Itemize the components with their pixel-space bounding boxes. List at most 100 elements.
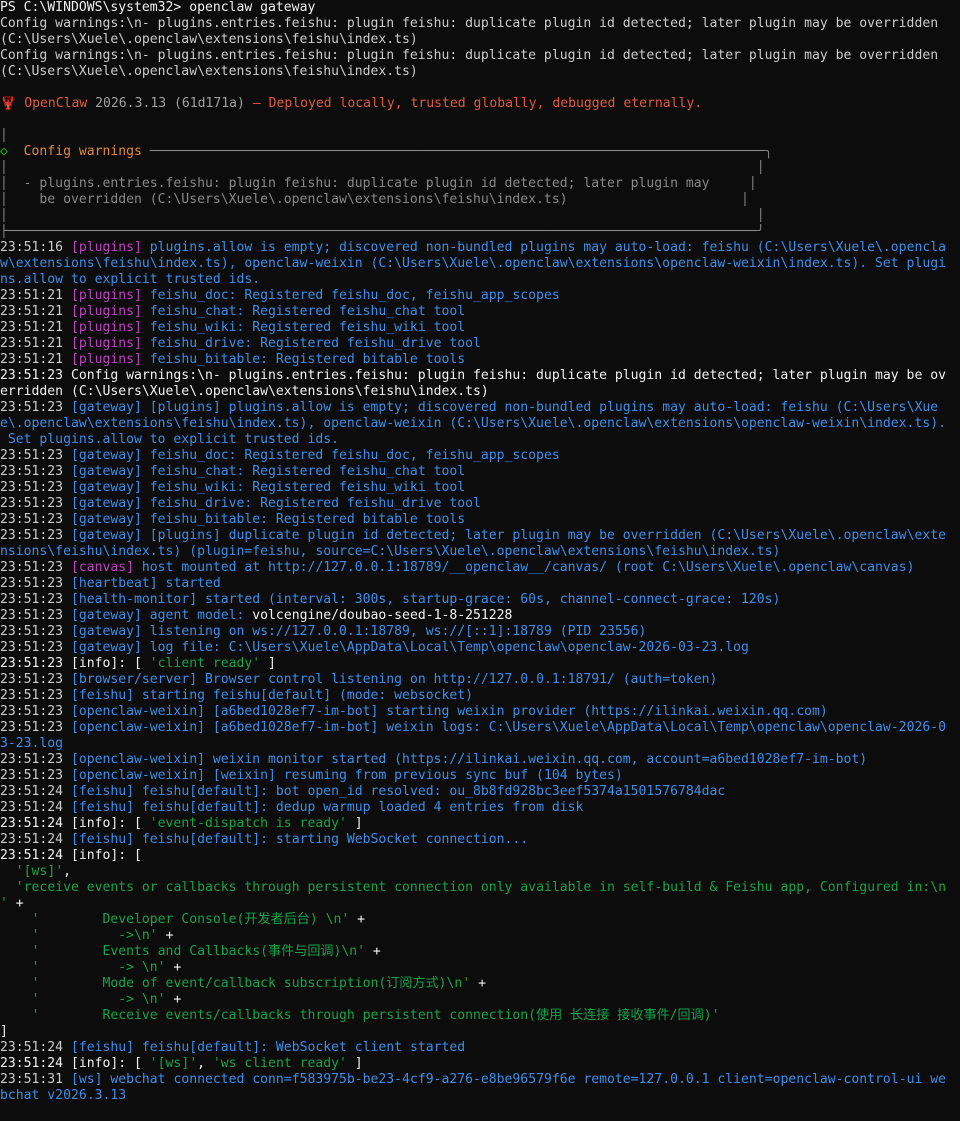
log-segment: 23:51:23 Config warnings:\n- plugins.ent… [0, 368, 946, 383]
log-segment: (C:\Users\Xuele\.openclaw\extensions\fei… [0, 64, 418, 79]
log-segment: — Deployed locally, trusted globally, de… [244, 96, 703, 111]
log-line: 23:51:23 [openclaw-weixin] weixin monito… [0, 752, 960, 768]
log-line: e\.openclaw\extensions\feishu\index.ts),… [0, 416, 960, 432]
log-segment: 23:51:23 [0, 704, 71, 719]
log-line: 23:51:23 [feishu] starting feishu[defaul… [0, 688, 960, 704]
log-segment: 23:51:23 [0, 720, 71, 735]
log-segment: feishu_chat: Registered feishu_chat tool [141, 464, 466, 479]
log-line: 23:51:23 [info]: [ 'client ready' ] [0, 656, 960, 672]
log-segment: 23:51:23 [0, 608, 71, 623]
log-line: Config warnings:\n- plugins.entries.feis… [0, 16, 960, 32]
log-line: 23:51:23 [gateway] feishu_drive: Registe… [0, 496, 960, 512]
log-line: │ - plugins.entries.feishu: plugin feish… [0, 176, 960, 192]
log-line: ' Developer Console(开发者后台) \n' + [0, 912, 960, 928]
log-segment: [gateway] [70, 480, 142, 495]
log-segment: 23:51:24 [info]: [ [0, 816, 150, 831]
log-segment [0, 960, 32, 975]
log-segment: feishu_wiki: Registered feishu_wiki tool [141, 480, 466, 495]
log-segment: 'event-dispatch is ready' [149, 816, 347, 831]
log-segment: host mounted at http://127.0.0.1:18789/_… [134, 560, 915, 575]
log-segment: [browser/server] [70, 672, 198, 687]
log-segment: + [349, 912, 366, 927]
log-segment [0, 864, 16, 879]
log-segment: ' -> \n' [31, 960, 166, 975]
log-segment: [openclaw-weixin] [70, 704, 205, 719]
log-line: 🦞 OpenClaw 2026.3.13 (61d171a) — Deploye… [0, 96, 960, 112]
log-line: 23:51:24 [feishu] feishu[default]: dedup… [0, 800, 960, 816]
log-line: 23:51:23 [gateway] log file: C:\Users\Xu… [0, 640, 960, 656]
log-segment: 23:51:23 [0, 624, 71, 639]
log-line: ' ->\n' + [0, 928, 960, 944]
log-line: 23:51:23 [canvas] host mounted at http:/… [0, 560, 960, 576]
log-line: 23:51:24 [info]: [ '[ws]', 'ws client re… [0, 1056, 960, 1072]
log-segment: [heartbeat] [70, 576, 158, 591]
log-line: ns.allow to explicit trusted ids. [0, 272, 960, 288]
log-segment: ' Developer Console(开发者后台) \n' [31, 912, 350, 927]
log-segment: + [470, 976, 486, 991]
log-segment: [a6bed1028ef7-im-bot] weixin logs: C:\Us… [204, 720, 946, 735]
log-segment: 23:51:23 [0, 576, 71, 591]
log-segment: 23:51:24 [info]: [ [0, 848, 142, 863]
log-segment: starting feishu[default] (mode: websocke… [134, 688, 474, 703]
log-segment: started [157, 576, 221, 591]
terminal-window[interactable]: PS C:\WINDOWS\system32> openclaw gateway… [0, 0, 960, 1121]
log-segment: webchat connected conn=f583975b-be23-4cf… [102, 1072, 946, 1087]
log-segment: 23:51:23 [0, 592, 71, 607]
log-segment: ] [0, 1024, 8, 1039]
log-segment: feishu_chat: Registered feishu_chat tool [141, 304, 466, 319]
log-segment: 23:51:23 [0, 480, 71, 495]
log-segment: [gateway] [70, 512, 142, 527]
log-line: 3-23.log [0, 736, 960, 752]
log-segment: volcengine/doubao-seed-1-8-251228 [252, 608, 513, 623]
log-segment: [gateway] [70, 640, 142, 655]
log-segment: 23:51:23 [0, 640, 71, 655]
log-segment: feishu_bitable: Registered bitable tools [141, 512, 466, 527]
log-line: 23:51:23 [browser/server] Browser contro… [0, 672, 960, 688]
log-segment [0, 944, 32, 959]
log-segment: [gateway] [70, 624, 142, 639]
log-segment: 23:51:21 [0, 288, 71, 303]
log-line: 23:51:24 [feishu] feishu[default]: bot o… [0, 784, 960, 800]
log-segment: Config warnings:\n- plugins.entries.feis… [0, 16, 939, 31]
log-segment: [gateway] [70, 496, 142, 511]
log-segment: │ - plugins.entries.feishu: plugin feish… [0, 176, 757, 191]
log-segment: ' [0, 896, 16, 911]
log-segment [0, 976, 32, 991]
log-segment: │ [0, 128, 8, 143]
log-line: 23:51:23 [openclaw-weixin] [a6bed1028ef7… [0, 704, 960, 720]
log-segment: '[ws]' [15, 864, 64, 879]
log-segment: feishu[default]: WebSocket client starte… [134, 1040, 466, 1055]
log-segment: 23:51:23 [0, 512, 71, 527]
log-line: 23:51:24 [feishu] feishu[default]: start… [0, 832, 960, 848]
log-segment: [plugins] plugins.allow is empty; discov… [141, 400, 939, 415]
log-line: 23:51:23 [openclaw-weixin] [weixin] resu… [0, 768, 960, 784]
log-line: │ │ [0, 208, 960, 224]
log-line: 23:51:23 [gateway] [plugins] duplicate p… [0, 528, 960, 544]
log-segment: 3-23.log [0, 736, 64, 751]
log-line: ' -> \n' + [0, 960, 960, 976]
log-segment: 23:51:24 [0, 832, 71, 847]
log-output: Config warnings:\n- plugins.entries.feis… [0, 16, 960, 1104]
log-segment: [gateway] [70, 400, 142, 415]
log-line: 'receive events or callbacks through per… [0, 880, 960, 896]
log-segment: [plugins] [70, 352, 142, 367]
log-line: nsions\feishu\index.ts) (plugin=feishu, … [0, 544, 960, 560]
log-segment: [canvas] [70, 560, 135, 575]
log-segment: 23:51:24 [info]: [ [0, 1056, 150, 1071]
log-line: 23:51:31 [ws] webchat connected conn=f58… [0, 1072, 960, 1088]
log-line: 23:51:23 [gateway] agent model: volcengi… [0, 608, 960, 624]
prompt-path: PS C:\WINDOWS\system32> [0, 0, 190, 15]
log-segment: feishu_bitable: Registered bitable tools [141, 352, 466, 367]
log-segment: 23:51:16 [0, 240, 71, 255]
log-line: 23:51:23 Config warnings:\n- plugins.ent… [0, 368, 960, 384]
log-segment: ] [346, 816, 363, 831]
log-segment: 🦞 [0, 96, 25, 111]
log-segment: [feishu] [70, 784, 135, 799]
log-segment: '[ws]' [149, 1056, 198, 1071]
log-line: 23:51:23 [gateway] feishu_chat: Register… [0, 464, 960, 480]
log-segment: plugins.allow is empty; discovered non-b… [141, 240, 946, 255]
log-segment: [gateway] [70, 608, 142, 623]
log-line: bchat v2026.3.13 [0, 1088, 960, 1104]
log-line: │ │ [0, 160, 960, 176]
